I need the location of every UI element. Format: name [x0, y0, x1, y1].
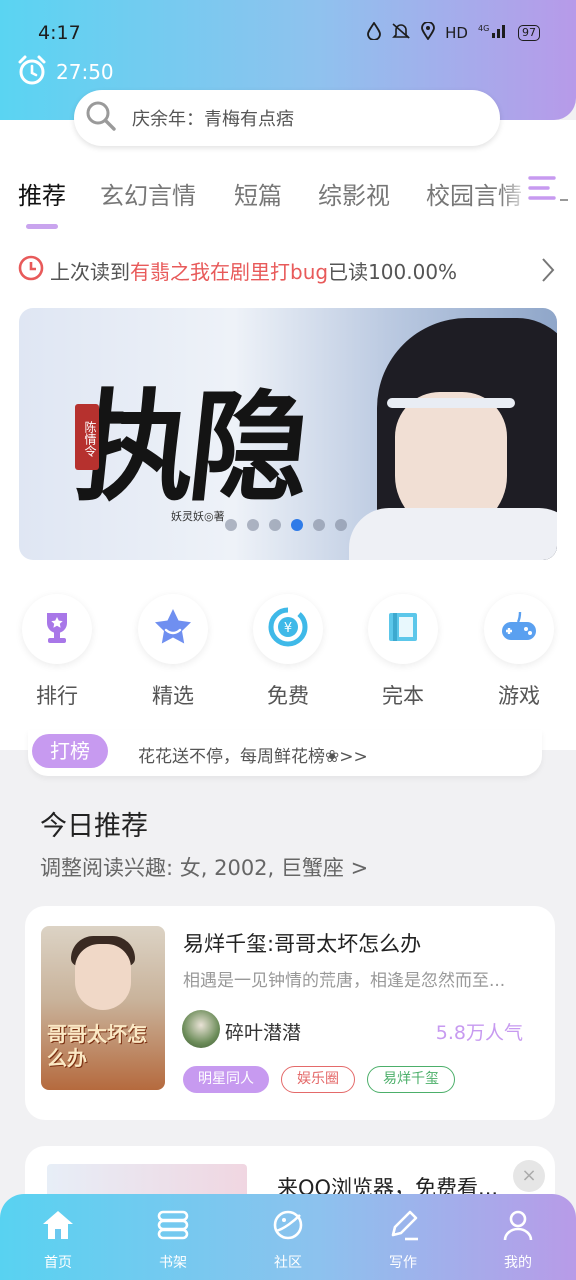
- signal-icon: 4G: [478, 23, 508, 43]
- entry-featured[interactable]: 精选: [136, 594, 210, 710]
- author-avatar[interactable]: [182, 1010, 220, 1048]
- alarm-clock-icon: [16, 54, 48, 90]
- tab-short[interactable]: 短篇: [234, 176, 282, 211]
- status-icons: HD 4G 97: [367, 21, 540, 44]
- bottom-nav: 首页 书架 社区 写作 我的: [0, 1194, 576, 1280]
- banner-seal: 陈情令: [75, 404, 99, 470]
- entry-free-label: 免费: [267, 684, 309, 708]
- entry-free[interactable]: ¥ 免费: [251, 594, 325, 710]
- entry-completed-circle: [368, 594, 438, 664]
- status-bar: 4:17 HD 4G 97: [0, 0, 576, 60]
- location-icon: [421, 21, 436, 44]
- nav-home[interactable]: 首页: [18, 1204, 98, 1272]
- cover-text: 哥哥太坏怎么办: [47, 1022, 147, 1070]
- banner-author: 妖灵妖◎著: [171, 510, 225, 523]
- entry-free-circle: ¥: [253, 594, 323, 664]
- nav-community-label: 社区: [274, 1255, 302, 1271]
- carousel-dots: [225, 519, 347, 531]
- nav-community[interactable]: 社区: [248, 1204, 328, 1272]
- adjust-interest-link[interactable]: 调整阅读兴趣: 女, 2002, 巨蟹座 >: [40, 852, 368, 882]
- entry-completed[interactable]: 完本: [366, 594, 440, 710]
- battery-indicator: 97: [518, 25, 540, 41]
- section-title: 今日推荐: [40, 811, 148, 842]
- cover-figure-face: [75, 944, 131, 1010]
- carousel-dot[interactable]: [269, 519, 281, 531]
- user-icon: [478, 1204, 558, 1246]
- nav-home-label: 首页: [44, 1255, 72, 1271]
- nav-bookshelf-label: 书架: [159, 1255, 187, 1271]
- promo-text: 花花送不停，每周鲜花榜❀>>: [138, 747, 368, 767]
- search-icon: [84, 99, 118, 137]
- tag-entertainment[interactable]: 娱乐圈: [281, 1066, 355, 1093]
- bookshelf-icon: [133, 1204, 213, 1246]
- svg-text:4G: 4G: [478, 24, 489, 33]
- carousel-dot[interactable]: [247, 519, 259, 531]
- book-icon: [383, 607, 423, 651]
- entry-completed-label: 完本: [382, 684, 424, 708]
- reading-timer[interactable]: 27:50: [16, 54, 114, 90]
- tag-celebrity-fanfic[interactable]: 明星同人: [183, 1066, 269, 1093]
- entry-games-circle: [484, 594, 554, 664]
- carousel-dot[interactable]: [335, 519, 347, 531]
- banner-title: 执隐: [68, 377, 312, 518]
- active-tab-indicator: [26, 224, 58, 229]
- tab-fantasy-romance[interactable]: 玄幻言情: [100, 176, 196, 211]
- nav-write-label: 写作: [389, 1255, 417, 1271]
- star-icon: [152, 606, 194, 652]
- timer-value: 27:50: [56, 60, 114, 84]
- free-yen-icon: ¥: [267, 606, 309, 652]
- water-drop-icon: [367, 21, 382, 44]
- author-name[interactable]: 碎叶潜潜: [225, 1018, 301, 1045]
- tab-film-tv[interactable]: 综影视: [318, 176, 390, 211]
- svg-text:¥: ¥: [284, 621, 292, 636]
- mute-bell-icon: [391, 22, 411, 44]
- trophy-icon: [37, 607, 77, 651]
- search-placeholder: 庆余年：青梅有点痞: [132, 109, 294, 130]
- nav-profile[interactable]: 我的: [478, 1204, 558, 1272]
- nav-bookshelf[interactable]: 书架: [133, 1204, 213, 1272]
- tab-recommend[interactable]: 推荐: [18, 176, 66, 211]
- search-input[interactable]: 庆余年：青梅有点痞: [74, 90, 500, 146]
- planet-icon: [248, 1204, 328, 1246]
- banner-figure-robe: [349, 508, 557, 560]
- tag-jackson-yee[interactable]: 易烊千玺: [367, 1066, 455, 1093]
- pencil-icon: [363, 1204, 443, 1246]
- entry-ranking[interactable]: 排行: [20, 594, 94, 710]
- last-read-text: 上次读到有翡之我在剧里打bug已读100.00%: [50, 259, 458, 284]
- close-icon[interactable]: ×: [513, 1160, 545, 1192]
- category-tabs: 推荐 玄幻言情 短篇 综影视 校园言情: [0, 170, 576, 230]
- entry-ranking-label: 排行: [36, 684, 78, 708]
- banner-headband: [387, 398, 515, 408]
- book-title[interactable]: 易烊千玺:哥哥太坏怎么办: [183, 928, 421, 958]
- home-icon: [18, 1204, 98, 1246]
- status-time: 4:17: [38, 22, 81, 44]
- nav-profile-label: 我的: [504, 1255, 532, 1271]
- book-description: 相遇是一见钟情的荒唐，相逢是忽然而至...: [183, 971, 506, 991]
- banner-carousel[interactable]: 执隐 陈情令 妖灵妖◎著: [19, 308, 557, 560]
- entry-featured-circle: [138, 594, 208, 664]
- carousel-dot[interactable]: [225, 519, 237, 531]
- book-card[interactable]: 哥哥太坏怎么办 易烊千玺:哥哥太坏怎么办 相遇是一见钟情的荒唐，相逢是忽然而至.…: [25, 906, 555, 1120]
- network-type: HD: [445, 24, 468, 42]
- clock-icon: [18, 255, 44, 285]
- entry-games-label: 游戏: [498, 684, 540, 708]
- carousel-dot-active[interactable]: [291, 519, 303, 531]
- chevron-right-icon: [540, 256, 556, 288]
- last-read-bar[interactable]: 上次读到有翡之我在剧里打bug已读100.00%: [18, 252, 558, 288]
- entry-featured-label: 精选: [152, 684, 194, 708]
- category-menu-icon[interactable]: [528, 174, 568, 208]
- book-cover[interactable]: 哥哥太坏怎么办: [41, 926, 165, 1090]
- entry-ranking-circle: [22, 594, 92, 664]
- promo-badge[interactable]: 打榜: [32, 734, 108, 768]
- entry-games[interactable]: 游戏: [482, 594, 556, 710]
- gamepad-icon: [498, 606, 540, 652]
- promo-bar[interactable]: 打榜 花花送不停，每周鲜花榜❀>>: [28, 730, 542, 776]
- carousel-dot[interactable]: [313, 519, 325, 531]
- last-read-book-title[interactable]: 有翡之我在剧里打bug: [130, 260, 328, 284]
- nav-write[interactable]: 写作: [363, 1204, 443, 1272]
- popularity-count: 5.8万人气: [435, 1022, 523, 1044]
